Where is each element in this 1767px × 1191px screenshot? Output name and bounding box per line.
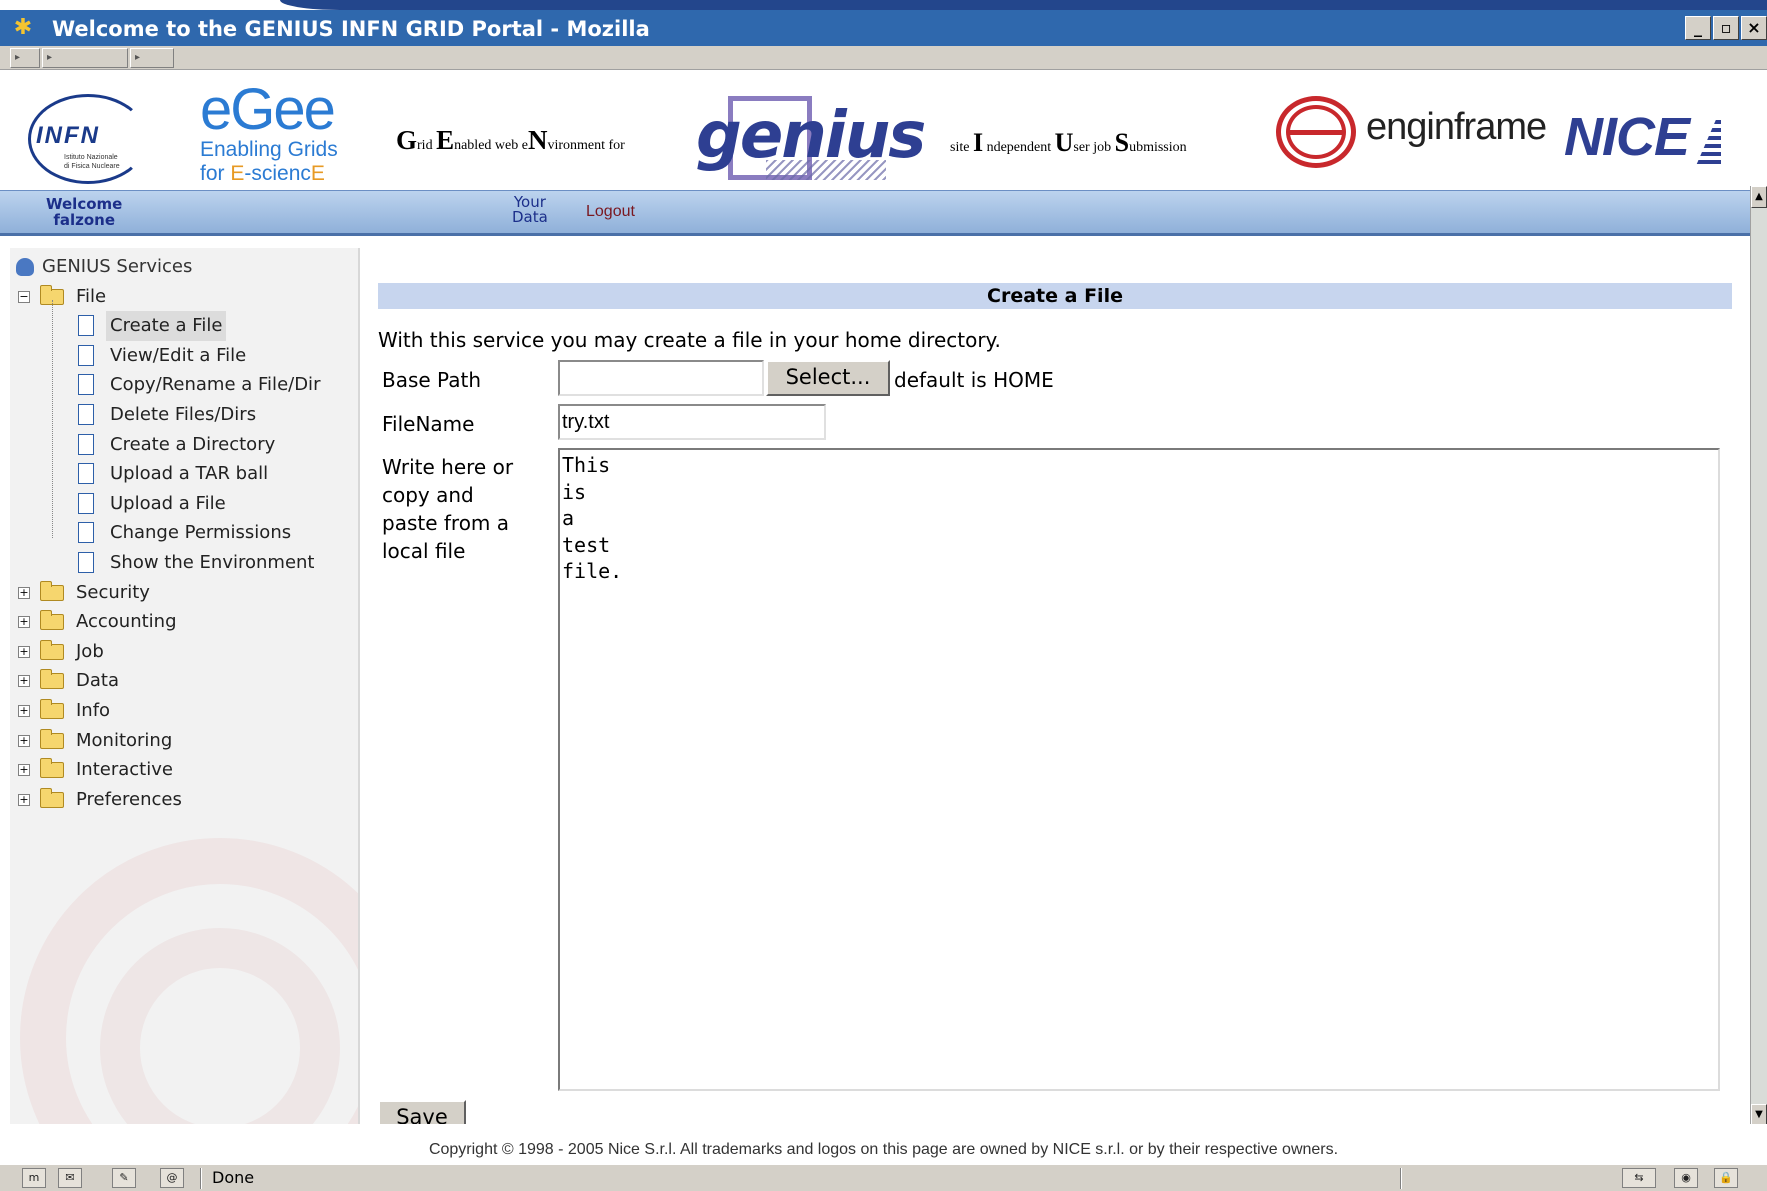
tree-item-show-environment[interactable]: Show the Environment xyxy=(14,548,315,578)
site-independent-text: site I ndependent User job Submission xyxy=(950,128,1187,157)
tree-item-upload-file[interactable]: Upload a File xyxy=(14,489,226,519)
collapse-icon[interactable]: − xyxy=(18,290,30,303)
tree-folder-security[interactable]: + Security xyxy=(14,578,192,608)
window-titlebar[interactable]: ✱ Welcome to the GENIUS INFN GRID Portal… xyxy=(0,10,1767,46)
nice-stairs-icon xyxy=(1695,120,1722,168)
tree-folder-accounting[interactable]: + Accounting xyxy=(14,607,192,637)
document-icon xyxy=(78,492,94,514)
mozilla-icon: ✱ xyxy=(13,15,33,40)
cookie-icon[interactable]: ◉ xyxy=(1674,1168,1698,1188)
tree-item-copy-rename[interactable]: Copy/Rename a File/Dir xyxy=(14,370,320,400)
tree-item-change-permissions[interactable]: Change Permissions xyxy=(14,518,291,548)
tree-item-create-directory[interactable]: Create a Directory xyxy=(14,430,275,460)
document-icon xyxy=(78,403,94,425)
select-button[interactable]: Select... xyxy=(766,360,890,396)
intro-text: With this service you may create a file … xyxy=(378,328,1001,352)
navigator-icon[interactable]: m xyxy=(22,1168,46,1188)
tree-folder-preferences[interactable]: + Preferences xyxy=(14,785,192,815)
genius-services-icon xyxy=(16,258,34,276)
mail-icon[interactable]: ✉ xyxy=(58,1168,82,1188)
expand-icon[interactable]: + xyxy=(18,586,30,599)
composer-icon[interactable]: ✎ xyxy=(112,1168,136,1188)
expand-icon[interactable]: + xyxy=(18,704,30,717)
tree-folder-job[interactable]: + Job xyxy=(14,637,192,667)
logout-link[interactable]: Logout xyxy=(586,203,635,221)
toolbar-grip-1[interactable]: ▸ xyxy=(10,48,40,68)
document-icon xyxy=(78,522,94,544)
browser-toolbar-strip: ▸ ▸ ▸ xyxy=(0,46,1767,70)
address-book-icon[interactable]: @ xyxy=(160,1168,184,1188)
enginframe-logo: enginframe xyxy=(1276,92,1547,172)
services-tree: GENIUS Services − File Create a File Vie… xyxy=(14,252,320,815)
minimize-button[interactable]: _ xyxy=(1685,16,1711,40)
tree-folder-data[interactable]: + Data xyxy=(14,666,192,696)
expand-icon[interactable]: + xyxy=(18,675,30,688)
folder-icon xyxy=(40,610,64,631)
services-sidebar: GENIUS Services − File Create a File Vie… xyxy=(10,248,360,1124)
scroll-up-icon[interactable]: ▲ xyxy=(1751,186,1767,208)
folder-icon xyxy=(40,639,64,660)
tree-item-upload-tar[interactable]: Upload a TAR ball xyxy=(14,459,268,489)
folder-icon xyxy=(40,758,64,779)
page-scrollbar[interactable]: ▲ ▼ xyxy=(1750,186,1767,1126)
your-data-link[interactable]: Your Data xyxy=(512,195,548,225)
expand-icon[interactable]: + xyxy=(18,764,30,777)
close-button[interactable]: × xyxy=(1741,16,1767,40)
document-icon xyxy=(78,315,94,337)
document-icon xyxy=(78,433,94,455)
scroll-down-icon[interactable]: ▼ xyxy=(1751,1104,1767,1126)
egee-logo: eGee Enabling Grids for E-sciencE xyxy=(200,77,338,186)
folder-icon xyxy=(40,728,64,749)
document-icon xyxy=(78,551,94,573)
genius-logo: genius xyxy=(696,96,926,186)
section-title: Create a File xyxy=(378,283,1732,309)
toolbar-grip-3[interactable]: ▸ xyxy=(130,48,174,68)
tree-root[interactable]: GENIUS Services xyxy=(14,252,192,282)
desktop-band xyxy=(280,0,1767,10)
folder-icon xyxy=(40,787,64,808)
online-status-icon[interactable]: ⇆ xyxy=(1622,1168,1656,1188)
window-controls: _ ▫ × xyxy=(1685,16,1767,40)
toolbar-grip-2[interactable]: ▸ xyxy=(42,48,128,68)
filename-input[interactable]: try.txt xyxy=(558,404,826,440)
document-icon xyxy=(78,344,94,366)
expand-icon[interactable]: + xyxy=(18,734,30,747)
browser-statusbar: m ✉ ✎ @ Done ⇆ ◉ 🔒 xyxy=(0,1164,1767,1191)
expand-icon[interactable]: + xyxy=(18,793,30,806)
maximize-button[interactable]: ▫ xyxy=(1713,16,1739,40)
tree-item-view-edit-file[interactable]: View/Edit a File xyxy=(14,341,246,371)
status-text: Done xyxy=(212,1168,255,1187)
tree-folder-monitoring[interactable]: + Monitoring xyxy=(14,726,192,756)
tree-item-delete-files[interactable]: Delete Files/Dirs xyxy=(14,400,256,430)
portal-header: INFN Istituto Nazionale di Fisica Nuclea… xyxy=(0,70,1767,190)
document-icon xyxy=(78,374,94,396)
tree-folder-interactive[interactable]: + Interactive xyxy=(14,755,192,785)
tree-item-create-file[interactable]: Create a File xyxy=(14,311,227,341)
write-here-label: Write here or copy and paste from a loca… xyxy=(382,455,514,563)
expand-icon[interactable]: + xyxy=(18,616,30,629)
folder-icon xyxy=(40,698,64,719)
document-icon xyxy=(78,463,94,485)
tree-folder-info[interactable]: + Info xyxy=(14,696,192,726)
main-content: Create a File With this service you may … xyxy=(376,248,1748,1130)
security-lock-icon[interactable]: 🔒 xyxy=(1714,1168,1738,1188)
default-note: default is HOME xyxy=(894,368,1054,392)
infn-logo: INFN Istituto Nazionale di Fisica Nuclea… xyxy=(20,88,190,184)
copyright-footer: Copyright © 1998 - 2005 Nice S.r.l. All … xyxy=(0,1124,1767,1164)
file-content-textarea[interactable]: This is a test file. xyxy=(558,448,1720,1091)
user-bar: Welcome falzone Your Data Logout xyxy=(0,190,1750,236)
folder-icon xyxy=(40,580,64,601)
genius-acronym-text: Grid Enabled web eNvironment for xyxy=(396,125,625,155)
expand-icon[interactable]: + xyxy=(18,645,30,658)
folder-icon xyxy=(40,669,64,690)
base-path-input[interactable] xyxy=(558,360,764,396)
welcome-user: Welcome falzone xyxy=(46,195,123,229)
filename-label: FileName xyxy=(382,412,475,436)
nice-logo: NICE xyxy=(1564,106,1722,168)
window-title: Welcome to the GENIUS INFN GRID Portal -… xyxy=(52,17,650,41)
top-desktop-sliver xyxy=(0,0,1767,10)
tree-folder-file[interactable]: − File xyxy=(14,282,192,312)
base-path-label: Base Path xyxy=(382,368,481,392)
